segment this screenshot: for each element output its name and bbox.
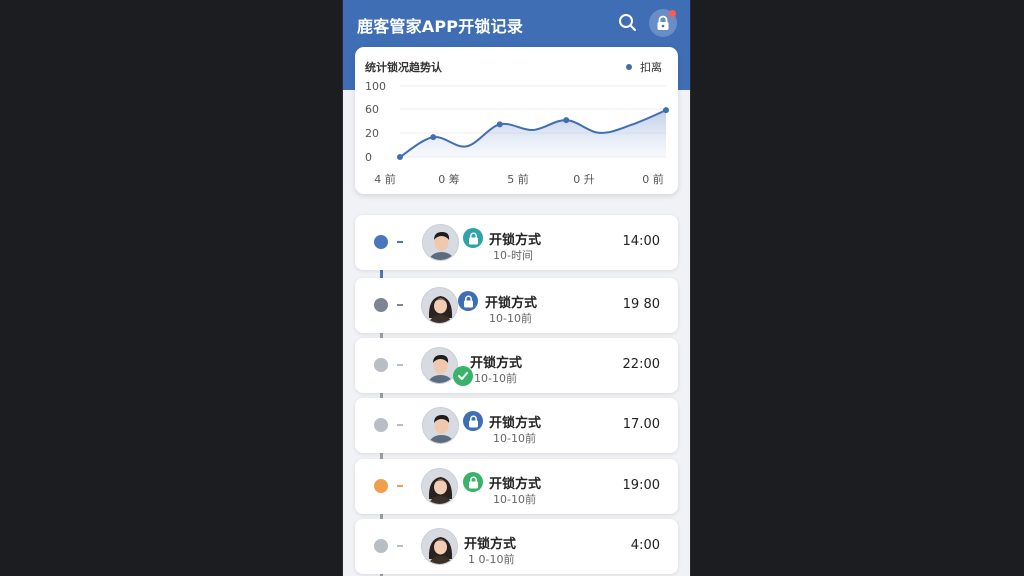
y-tick-label: 0 (365, 151, 372, 164)
record-subtitle: 10-时间 (493, 249, 533, 262)
data-point (430, 134, 437, 141)
timeline-connector (397, 424, 403, 426)
record-title: 开锁方式 (489, 416, 542, 431)
unlock-method-badge (458, 291, 478, 311)
x-tick-label: 0 筹 (438, 172, 460, 186)
check-icon (458, 372, 468, 380)
avatar (422, 224, 459, 261)
unlock-method-badge (463, 472, 483, 492)
record-subtitle: 10-10前 (493, 432, 536, 445)
series-area (400, 110, 666, 157)
record-title: 开锁方式 (470, 356, 523, 371)
lock-icon (468, 415, 478, 427)
timeline-connector (397, 304, 403, 306)
unlock-record[interactable]: 开锁方式 10-10前 19 80 (355, 278, 678, 333)
record-subtitle: 10-10前 (489, 312, 532, 325)
record-time: 4:00 (630, 538, 660, 553)
timeline-connector (397, 485, 403, 487)
timeline-node (374, 298, 388, 312)
lock-notification-button[interactable] (649, 9, 677, 37)
unlock-record[interactable]: 开锁方式 10-时间 14:00 (355, 215, 678, 270)
record-subtitle: 10-10前 (474, 372, 517, 385)
avatar (422, 407, 459, 444)
search-icon[interactable] (617, 12, 639, 34)
unlock-method-badge (463, 228, 483, 248)
x-tick-label: 5 前 (507, 172, 529, 186)
timeline-node (374, 479, 388, 493)
timeline-connector (397, 364, 403, 366)
lock-icon (657, 15, 669, 30)
male-avatar-image (423, 225, 458, 260)
record-title: 开锁方式 (489, 477, 542, 492)
unlock-record[interactable]: 开锁方式 10-10前 17.00 (355, 398, 678, 453)
app-title: 鹿客管家APP开锁记录 (357, 17, 524, 36)
phone-frame: 鹿客管家APP开锁记录 统计锁况趋势认 扣离 100 60 20 0 4 前 0… (342, 0, 691, 576)
unlock-record[interactable]: 开锁方式 10-10前 22:00 (355, 338, 678, 393)
record-time: 17.00 (622, 417, 660, 432)
unlock-method-badge (463, 411, 483, 431)
avatar (421, 528, 458, 565)
female-avatar-image (422, 529, 457, 564)
data-point (663, 107, 669, 114)
record-subtitle: 10-10前 (493, 493, 536, 506)
y-tick-label: 20 (365, 127, 379, 140)
x-tick-label: 0 升 (573, 173, 595, 186)
lock-icon (463, 295, 473, 307)
female-avatar-image (422, 288, 457, 323)
timeline-node (374, 418, 388, 432)
record-time: 19:00 (622, 478, 660, 493)
record-time: 14:00 (622, 234, 660, 249)
male-avatar-image (423, 408, 458, 443)
chart-card: 统计锁况趋势认 扣离 100 60 20 0 4 前0 筹5 前0 升0 前 (355, 47, 678, 194)
avatar (421, 287, 458, 324)
lock-icon (468, 232, 478, 244)
x-tick-label: 0 前 (642, 172, 664, 186)
timeline-connector (397, 241, 403, 243)
lock-icon (468, 476, 478, 488)
data-point (563, 117, 570, 124)
x-tick-label: 4 前 (374, 172, 396, 186)
notification-dot (669, 10, 676, 17)
record-time: 19 80 (622, 297, 660, 312)
avatar (421, 468, 458, 505)
y-tick-label: 60 (365, 103, 379, 116)
record-time: 22:00 (622, 357, 660, 372)
record-title: 开锁方式 (464, 537, 517, 552)
timeline-connector (397, 545, 403, 547)
record-subtitle: 1 0-10前 (468, 553, 515, 566)
data-point (397, 154, 403, 160)
y-tick-label: 100 (365, 80, 386, 93)
data-point (496, 121, 503, 128)
unlock-record[interactable]: 开锁方式 10-10前 19:00 (355, 459, 678, 514)
record-title: 开锁方式 (489, 233, 542, 248)
timeline-node (374, 235, 388, 249)
record-title: 开锁方式 (485, 296, 538, 311)
unlock-record[interactable]: 开锁方式 1 0-10前 4:00 (355, 519, 678, 574)
timeline-node (374, 539, 388, 553)
trend-chart: 100 60 20 04 前 0 筹 5 前 0 升 0 前 (365, 80, 669, 186)
timeline-node (374, 358, 388, 372)
female-avatar-image (422, 469, 457, 504)
screen: 鹿客管家APP开锁记录 统计锁况趋势认 扣离 100 60 20 0 4 前 0… (0, 0, 1024, 576)
